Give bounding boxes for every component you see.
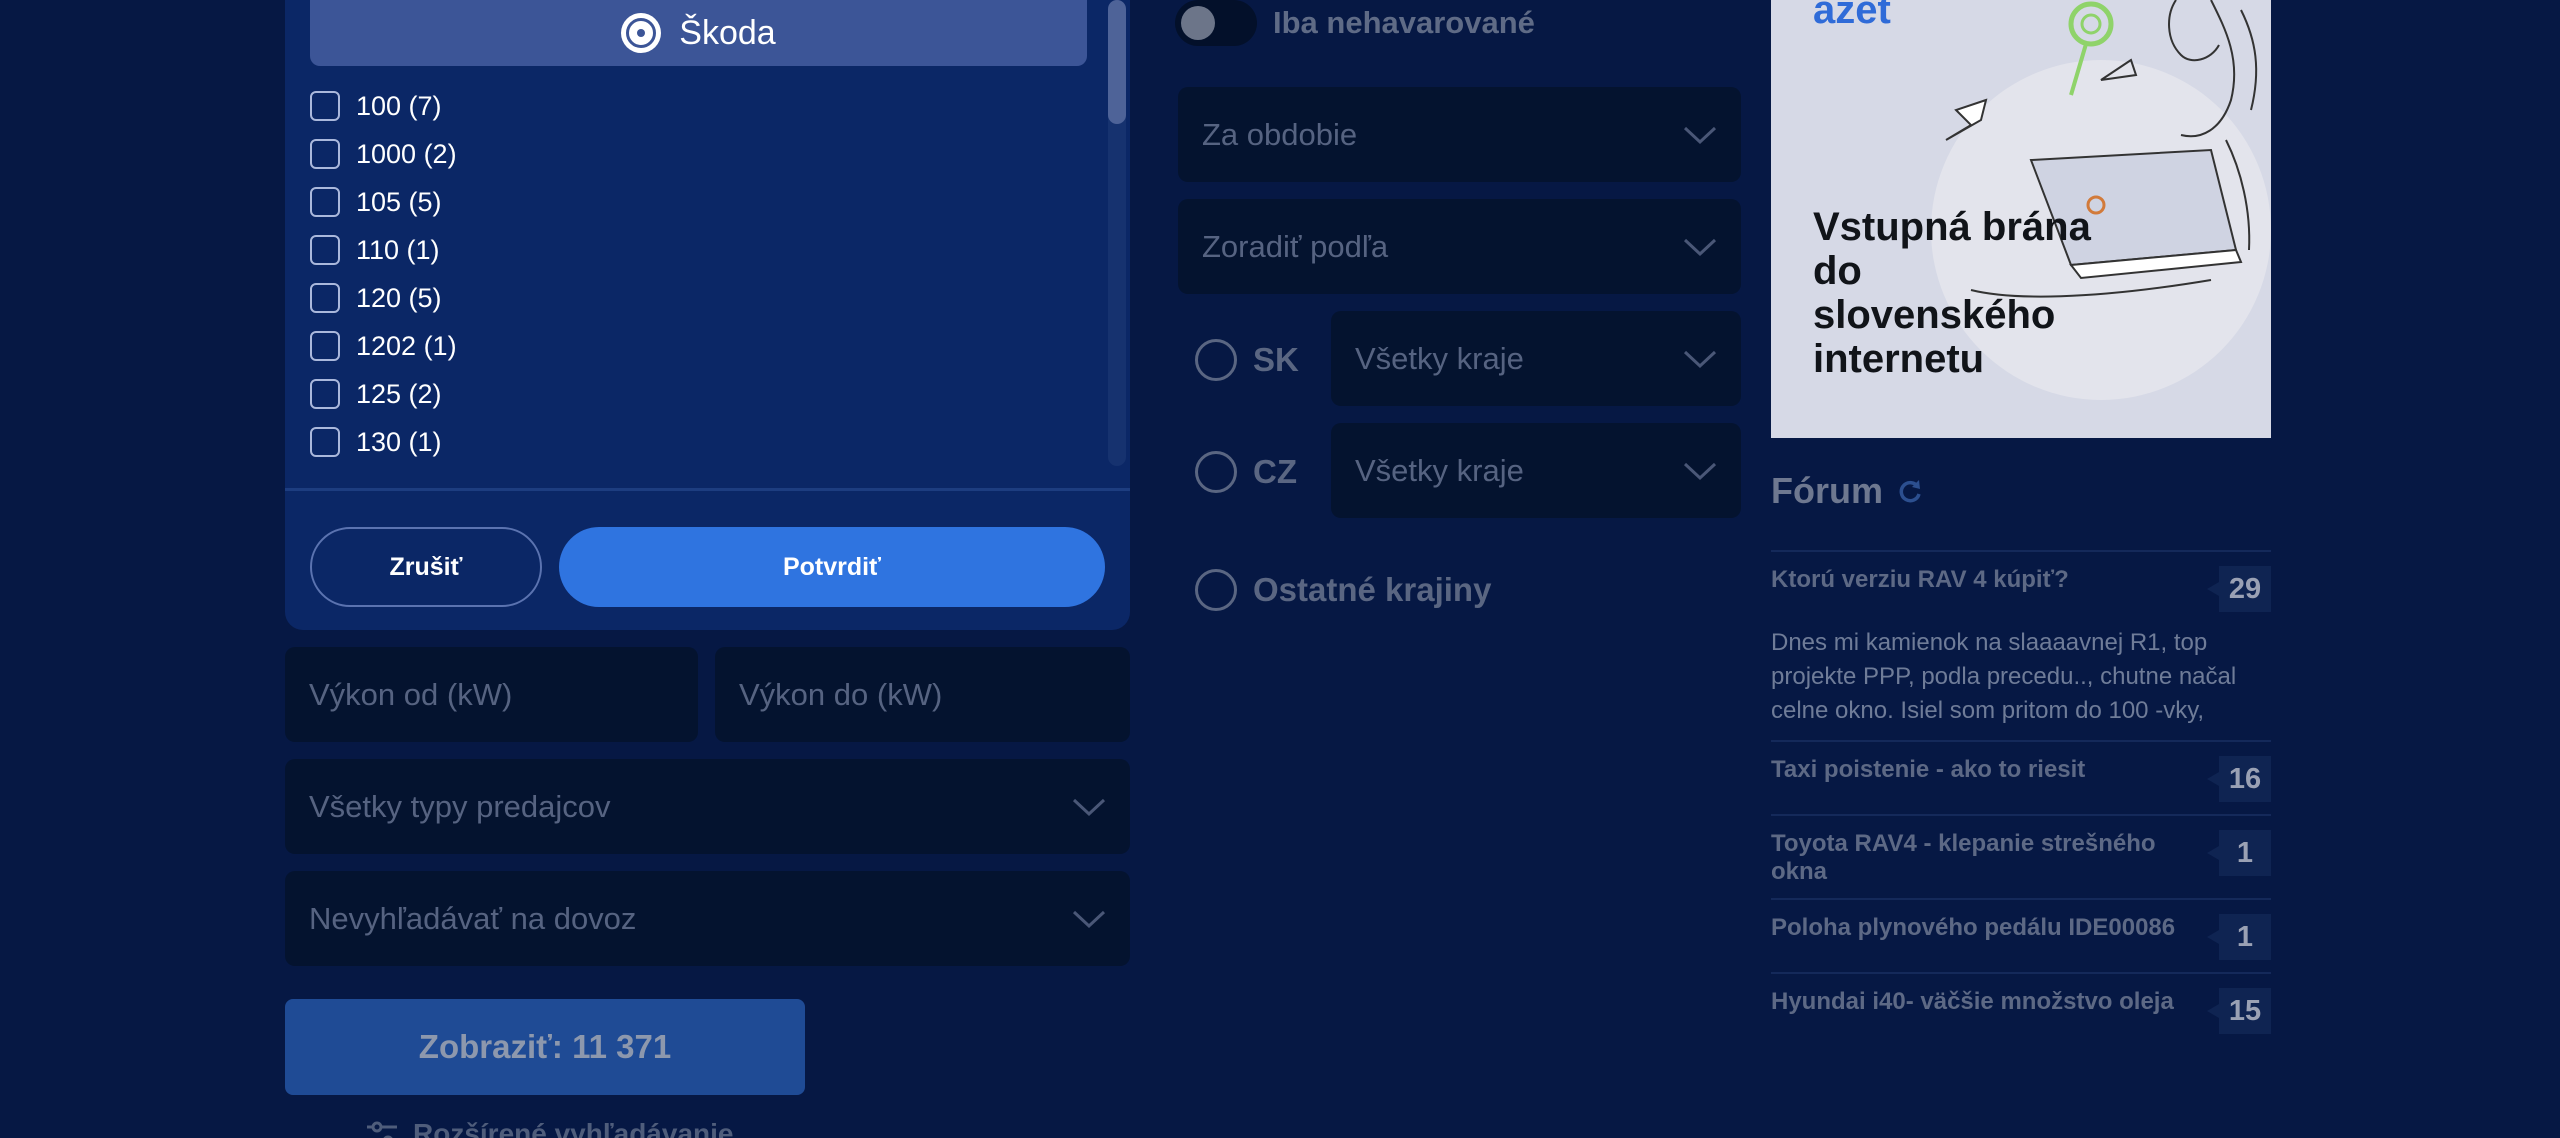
forum-topic-title[interactable]: Ktorú verziu RAV 4 kúpiť? [1771, 566, 2069, 594]
other-countries-radio-row[interactable]: Ostatné krajiny [1195, 569, 1491, 611]
cancel-button[interactable]: Zrušiť [310, 527, 542, 607]
other-countries-radio[interactable] [1195, 569, 1237, 611]
accident-free-toggle-row[interactable]: Iba nehavarované [1175, 0, 1535, 46]
chevron-down-icon [1072, 910, 1106, 928]
import-select[interactable]: Nevyhľadávať na dovoz [285, 871, 1130, 966]
list-item[interactable]: 130 (1) [310, 418, 1070, 462]
model-checkbox[interactable] [310, 139, 340, 169]
model-checkbox[interactable] [310, 91, 340, 121]
forum-topic-title[interactable]: Poloha plynového pedálu IDE00086 [1771, 914, 2175, 942]
model-label: 130 (1) [356, 426, 442, 457]
forum-list: Ktorú verziu RAV 4 kúpiť? 29 Dnes mi kam… [1771, 550, 2271, 1046]
region-sk-value: Všetky kraje [1355, 340, 1524, 376]
period-select[interactable]: Za obdobie [1178, 87, 1741, 182]
import-value: Nevyhľadávať na dovoz [309, 900, 637, 936]
sort-select[interactable]: Zoradiť podľa [1178, 199, 1741, 294]
model-label: 125 (2) [356, 378, 442, 409]
power-from-input[interactable] [309, 676, 674, 713]
model-checkbox[interactable] [310, 235, 340, 265]
model-label: 1202 (1) [356, 330, 457, 361]
model-label: 105 (5) [356, 186, 442, 217]
accident-free-toggle[interactable] [1175, 0, 1257, 46]
forum-reply-count: 1 [2207, 914, 2271, 960]
region-cz-label: CZ [1253, 453, 1297, 490]
region-cz-radio[interactable] [1195, 451, 1237, 493]
model-label: 110 (1) [356, 234, 440, 265]
region-sk-label: SK [1253, 341, 1299, 378]
forum-title: Fórum [1771, 470, 1883, 511]
forum-reply-count: 15 [2207, 988, 2271, 1034]
model-checkbox[interactable] [310, 427, 340, 457]
region-sk-radio[interactable] [1195, 339, 1237, 381]
accident-free-label: Iba nehavarované [1273, 5, 1535, 40]
forum-topic-item[interactable]: Poloha plynového pedálu IDE00086 1 [1771, 898, 2271, 972]
forum-topic-title[interactable]: Taxi poistenie - ako to riesit [1771, 756, 2085, 784]
forum-topic-item[interactable]: Taxi poistenie - ako to riesit 16 [1771, 740, 2271, 814]
skoda-logo-icon [621, 13, 662, 53]
model-label: 120 (5) [356, 282, 442, 313]
period-value: Za obdobie [1202, 116, 1358, 152]
chevron-down-icon [1683, 350, 1717, 368]
model-list: 100 (7) 1000 (2) 105 (5) 110 (1) 120 (5)… [310, 82, 1070, 462]
model-checkbox[interactable] [310, 283, 340, 313]
advanced-search-link[interactable]: Rozšírené vyhľadávanie [365, 1118, 733, 1138]
power-from-field[interactable] [285, 647, 698, 742]
forum-reply-count: 1 [2207, 830, 2271, 876]
list-item[interactable]: 100 (7) [310, 82, 1070, 130]
forum-topic-item[interactable]: Hyundai i40- väčšie množstvo oleja 15 [1771, 972, 2271, 1046]
model-checkbox[interactable] [310, 379, 340, 409]
chevron-down-icon [1683, 238, 1717, 256]
panel-divider [285, 488, 1130, 491]
region-sk-radio-row[interactable]: SK [1195, 339, 1299, 381]
list-item[interactable]: 1000 (2) [310, 130, 1070, 178]
list-item[interactable]: 125 (2) [310, 370, 1070, 418]
forum-topic-snippet: Dnes mi kamienok na slaaaavnej R1, top p… [1771, 629, 2237, 724]
power-to-field[interactable] [715, 647, 1130, 742]
model-checkbox[interactable] [310, 331, 340, 361]
scrollbar-thumb[interactable] [1108, 0, 1126, 124]
sliders-icon [367, 1121, 397, 1138]
brand-name: Škoda [679, 13, 776, 52]
ad-logo: azet [1813, 0, 1891, 32]
list-item[interactable]: 1202 (1) [310, 322, 1070, 370]
chevron-down-icon [1683, 126, 1717, 144]
region-cz-value: Všetky kraje [1355, 452, 1524, 488]
forum-reply-count: 29 [2207, 566, 2271, 612]
model-picker-panel: Škoda 100 (7) 1000 (2) 105 (5) 110 (1) 1… [285, 0, 1130, 630]
region-sk-select[interactable]: Všetky kraje [1331, 311, 1741, 406]
chevron-down-icon [1072, 798, 1106, 816]
seller-type-select[interactable]: Všetky typy predajcov [285, 759, 1130, 854]
forum-topic-item[interactable]: Toyota RAV4 - klepanie strešného okna 1 [1771, 814, 2271, 898]
forum-topic-item[interactable]: Ktorú verziu RAV 4 kúpiť? 29 Dnes mi kam… [1771, 550, 2271, 740]
forum-topic-title[interactable]: Toyota RAV4 - klepanie strešného okna [1771, 830, 2181, 886]
chevron-down-icon [1683, 462, 1717, 480]
model-label: 100 (7) [356, 90, 442, 121]
list-item[interactable]: 120 (5) [310, 274, 1070, 322]
forum-topic-title[interactable]: Hyundai i40- väčšie množstvo oleja [1771, 988, 2174, 1016]
model-list-scrollbar[interactable] [1108, 0, 1126, 466]
refresh-icon[interactable] [1897, 478, 1923, 504]
seller-type-value: Všetky typy predajcov [309, 788, 611, 824]
brand-header[interactable]: Škoda [310, 0, 1087, 66]
region-cz-radio-row[interactable]: CZ [1195, 451, 1297, 493]
advanced-search-label: Rozšírené vyhľadávanie [413, 1118, 734, 1138]
power-to-input[interactable] [739, 676, 1106, 713]
advertisement-banner[interactable]: azet Vstupná brána do slovenského intern… [1771, 0, 2271, 438]
region-cz-select[interactable]: Všetky kraje [1331, 423, 1741, 518]
forum-reply-count: 16 [2207, 756, 2271, 802]
ad-text: Vstupná brána do slovenského internetu [1813, 205, 2091, 381]
model-checkbox[interactable] [310, 187, 340, 217]
confirm-button[interactable]: Potvrdiť [559, 527, 1105, 607]
model-label: 1000 (2) [356, 138, 457, 169]
other-countries-label: Ostatné krajiny [1253, 571, 1492, 608]
forum-header: Fórum [1771, 470, 1923, 512]
sort-value: Zoradiť podľa [1202, 228, 1389, 264]
list-item[interactable]: 110 (1) [310, 226, 1070, 274]
show-results-button[interactable]: Zobraziť: 11 371 [285, 999, 805, 1095]
list-item[interactable]: 105 (5) [310, 178, 1070, 226]
